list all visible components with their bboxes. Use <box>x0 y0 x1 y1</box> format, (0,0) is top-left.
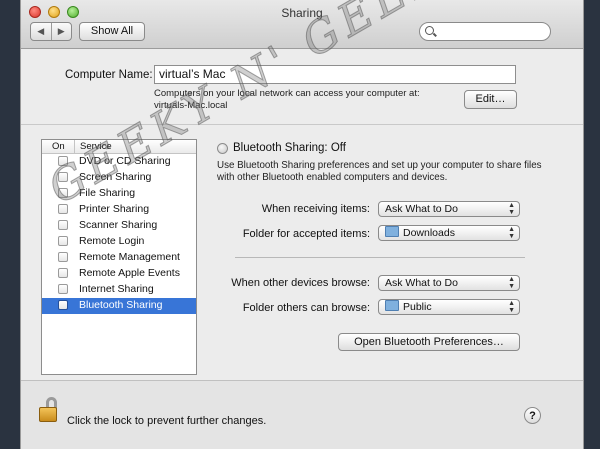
service-checkbox[interactable] <box>58 236 68 246</box>
title-bar: Sharing ◀ ▶ Show All <box>21 0 583 49</box>
accepted-folder-value: Downloads <box>403 227 455 239</box>
browse-folder-label: Folder others can browse: <box>242 302 370 314</box>
service-row[interactable]: File Sharing <box>42 186 196 202</box>
search-icon <box>425 26 434 35</box>
accepted-folder-label: Folder for accepted items: <box>242 228 370 240</box>
service-checkbox[interactable] <box>58 156 68 166</box>
popup-arrows-icon: ▲ ▼ <box>508 202 515 216</box>
edit-button[interactable]: Edit… <box>464 90 517 109</box>
service-label: File Sharing <box>79 187 136 199</box>
help-icon[interactable]: ? <box>524 407 541 424</box>
service-checkbox[interactable] <box>58 300 68 310</box>
folder-icon <box>385 226 399 237</box>
popup-arrows-icon: ▲ ▼ <box>508 226 515 240</box>
sharing-window: Sharing ◀ ▶ Show All Computer Name: virt… <box>20 0 584 449</box>
computer-name-label: Computer Name: <box>65 69 153 81</box>
section-divider <box>21 124 583 125</box>
service-column-header[interactable]: Service <box>80 141 112 152</box>
service-list-header: On Service <box>42 140 196 154</box>
service-label: Remote Apple Events <box>79 267 180 279</box>
service-row[interactable]: Remote Login <box>42 234 196 250</box>
service-label: Remote Login <box>79 235 145 247</box>
open-bluetooth-preferences-button[interactable]: Open Bluetooth Preferences… <box>338 333 520 351</box>
window-title: Sharing <box>281 6 323 20</box>
browse-value: Ask What to Do <box>385 277 458 289</box>
service-row[interactable]: Internet Sharing <box>42 282 196 298</box>
service-row[interactable]: Printer Sharing <box>42 202 196 218</box>
service-checkbox[interactable] <box>58 172 68 182</box>
service-label: DVD or CD Sharing <box>79 155 171 167</box>
browse-folder-popup[interactable]: Public ▲ ▼ <box>378 299 520 315</box>
browse-popup[interactable]: Ask What to Do ▲ ▼ <box>378 275 520 291</box>
back-forward-control: ◀ ▶ <box>30 22 72 41</box>
status-indicator-icon <box>217 143 228 154</box>
service-label: Bluetooth Sharing <box>79 299 163 311</box>
service-label: Screen Sharing <box>79 171 152 183</box>
service-label: Internet Sharing <box>79 283 154 295</box>
accepted-folder-popup[interactable]: Downloads ▲ ▼ <box>378 225 520 241</box>
service-list[interactable]: On Service DVD or CD Sharing Screen Shari… <box>41 139 197 375</box>
search-field[interactable] <box>419 22 551 41</box>
computer-name-input[interactable]: virtual’s Mac <box>154 65 516 84</box>
browse-folder-value: Public <box>403 301 432 313</box>
service-checkbox[interactable] <box>58 220 68 230</box>
service-row[interactable]: Bluetooth Sharing <box>42 298 196 314</box>
lock-icon[interactable] <box>37 397 59 423</box>
options-divider <box>235 257 525 258</box>
browse-label: When other devices browse: <box>231 277 370 289</box>
service-label: Printer Sharing <box>79 203 150 215</box>
footer-bar: Click the lock to prevent further change… <box>21 380 583 449</box>
receiving-items-value: Ask What to Do <box>385 203 458 215</box>
service-row[interactable]: DVD or CD Sharing <box>42 154 196 170</box>
popup-arrows-icon: ▲ ▼ <box>508 300 515 314</box>
lock-message: Click the lock to prevent further change… <box>67 415 267 427</box>
forward-icon[interactable]: ▶ <box>52 23 72 40</box>
service-row[interactable]: Screen Sharing <box>42 170 196 186</box>
service-row[interactable]: Remote Management <box>42 250 196 266</box>
popup-arrows-icon: ▲ ▼ <box>508 276 515 290</box>
computer-address-line1: Computers on your local network can acce… <box>154 88 420 99</box>
service-checkbox[interactable] <box>58 204 68 214</box>
on-column-header[interactable]: On <box>52 141 65 152</box>
service-checkbox[interactable] <box>58 284 68 294</box>
back-icon[interactable]: ◀ <box>31 23 52 40</box>
computer-address-info: Computers on your local network can acce… <box>154 88 420 112</box>
service-row[interactable]: Remote Apple Events <box>42 266 196 282</box>
service-description: Use Bluetooth Sharing preferences and se… <box>217 160 542 183</box>
service-rows: DVD or CD Sharing Screen Sharing File Shar… <box>42 154 196 314</box>
receiving-items-label: When receiving items: <box>261 203 370 215</box>
service-checkbox[interactable] <box>58 252 68 262</box>
show-all-button[interactable]: Show All <box>79 22 145 41</box>
service-checkbox[interactable] <box>58 268 68 278</box>
receiving-items-popup[interactable]: Ask What to Do ▲ ▼ <box>378 201 520 217</box>
service-label: Remote Management <box>79 251 180 263</box>
service-label: Scanner Sharing <box>79 219 158 231</box>
lock-body <box>39 407 57 422</box>
computer-address-line2: virtuals-Mac.local <box>154 100 228 111</box>
folder-icon <box>385 300 399 311</box>
service-checkbox[interactable] <box>58 188 68 198</box>
service-status: Bluetooth Sharing: Off <box>233 142 346 154</box>
service-row[interactable]: Scanner Sharing <box>42 218 196 234</box>
column-divider <box>74 140 75 153</box>
